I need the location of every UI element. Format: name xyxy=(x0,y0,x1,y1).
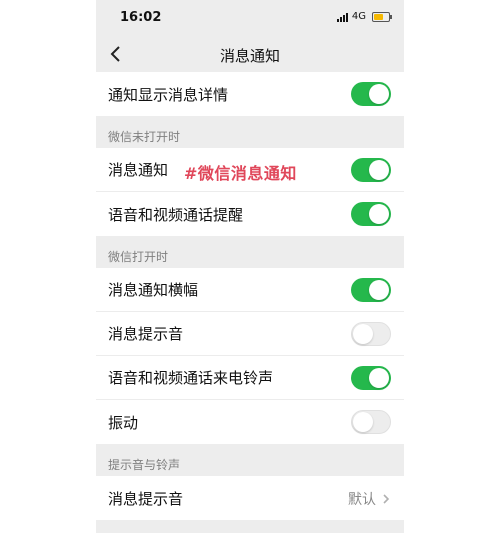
setting-row-sound-select[interactable]: 消息提示音 默认 xyxy=(96,476,404,520)
chevron-right-icon xyxy=(383,494,390,504)
battery-icon xyxy=(372,11,392,22)
setting-label: 语音和视频通话提醒 xyxy=(108,205,244,224)
sound-value-text: 默认 xyxy=(348,492,376,508)
sound-value: 默认 xyxy=(348,489,390,509)
setting-label: 消息通知 xyxy=(108,161,169,179)
call-alerts-toggle[interactable] xyxy=(351,202,391,226)
banner-toggle[interactable] xyxy=(351,278,391,302)
status-time: 16:02 xyxy=(120,10,162,25)
setting-row-notifications[interactable]: 消息通知 #微信消息通知 xyxy=(96,148,404,192)
setting-row-banner[interactable]: 消息通知横幅 xyxy=(96,268,404,312)
page-title: 消息通知 xyxy=(219,47,280,65)
setting-row-vibrate[interactable]: 振动 xyxy=(96,400,404,444)
section-header-sound: 提示音与铃声 xyxy=(108,458,181,472)
message-sound-toggle[interactable] xyxy=(351,322,391,346)
vibrate-toggle[interactable] xyxy=(351,410,391,434)
setting-label: 振动 xyxy=(108,413,139,432)
setting-label: 消息提示音 xyxy=(108,325,184,343)
setting-row-message-sound[interactable]: 消息提示音 xyxy=(96,312,404,356)
setting-label: 消息通知横幅 xyxy=(108,281,199,299)
setting-row-ringtone[interactable]: 语音和视频通话来电铃声 xyxy=(96,356,404,400)
status-indicators: 4G xyxy=(336,11,392,22)
section-header-open: 微信打开时 xyxy=(108,250,169,264)
setting-row-call-alerts[interactable]: 语音和视频通话提醒 xyxy=(96,192,404,236)
setting-label: 通知显示消息详情 xyxy=(108,85,229,104)
watermark-text: #微信消息通知 xyxy=(184,164,297,183)
network-label: 4G xyxy=(351,11,366,22)
setting-row-show-details[interactable]: 通知显示消息详情 xyxy=(96,72,404,116)
show-details-toggle[interactable] xyxy=(351,82,391,106)
nav-bar: 消息通知 xyxy=(96,38,404,72)
ringtone-toggle[interactable] xyxy=(351,366,391,390)
status-bar: 16:02 4G xyxy=(96,0,404,38)
setting-label: 语音和视频通话来电铃声 xyxy=(108,369,274,387)
setting-label: 消息提示音 xyxy=(108,489,184,508)
notifications-toggle[interactable] xyxy=(351,158,391,182)
phone-screen: 16:02 4G 消息通知 通知显示消息详情 微信未打开时 消息通知 #微信消息… xyxy=(96,0,404,533)
section-header-closed: 微信未打开时 xyxy=(108,130,181,144)
signal-icon xyxy=(336,12,348,22)
